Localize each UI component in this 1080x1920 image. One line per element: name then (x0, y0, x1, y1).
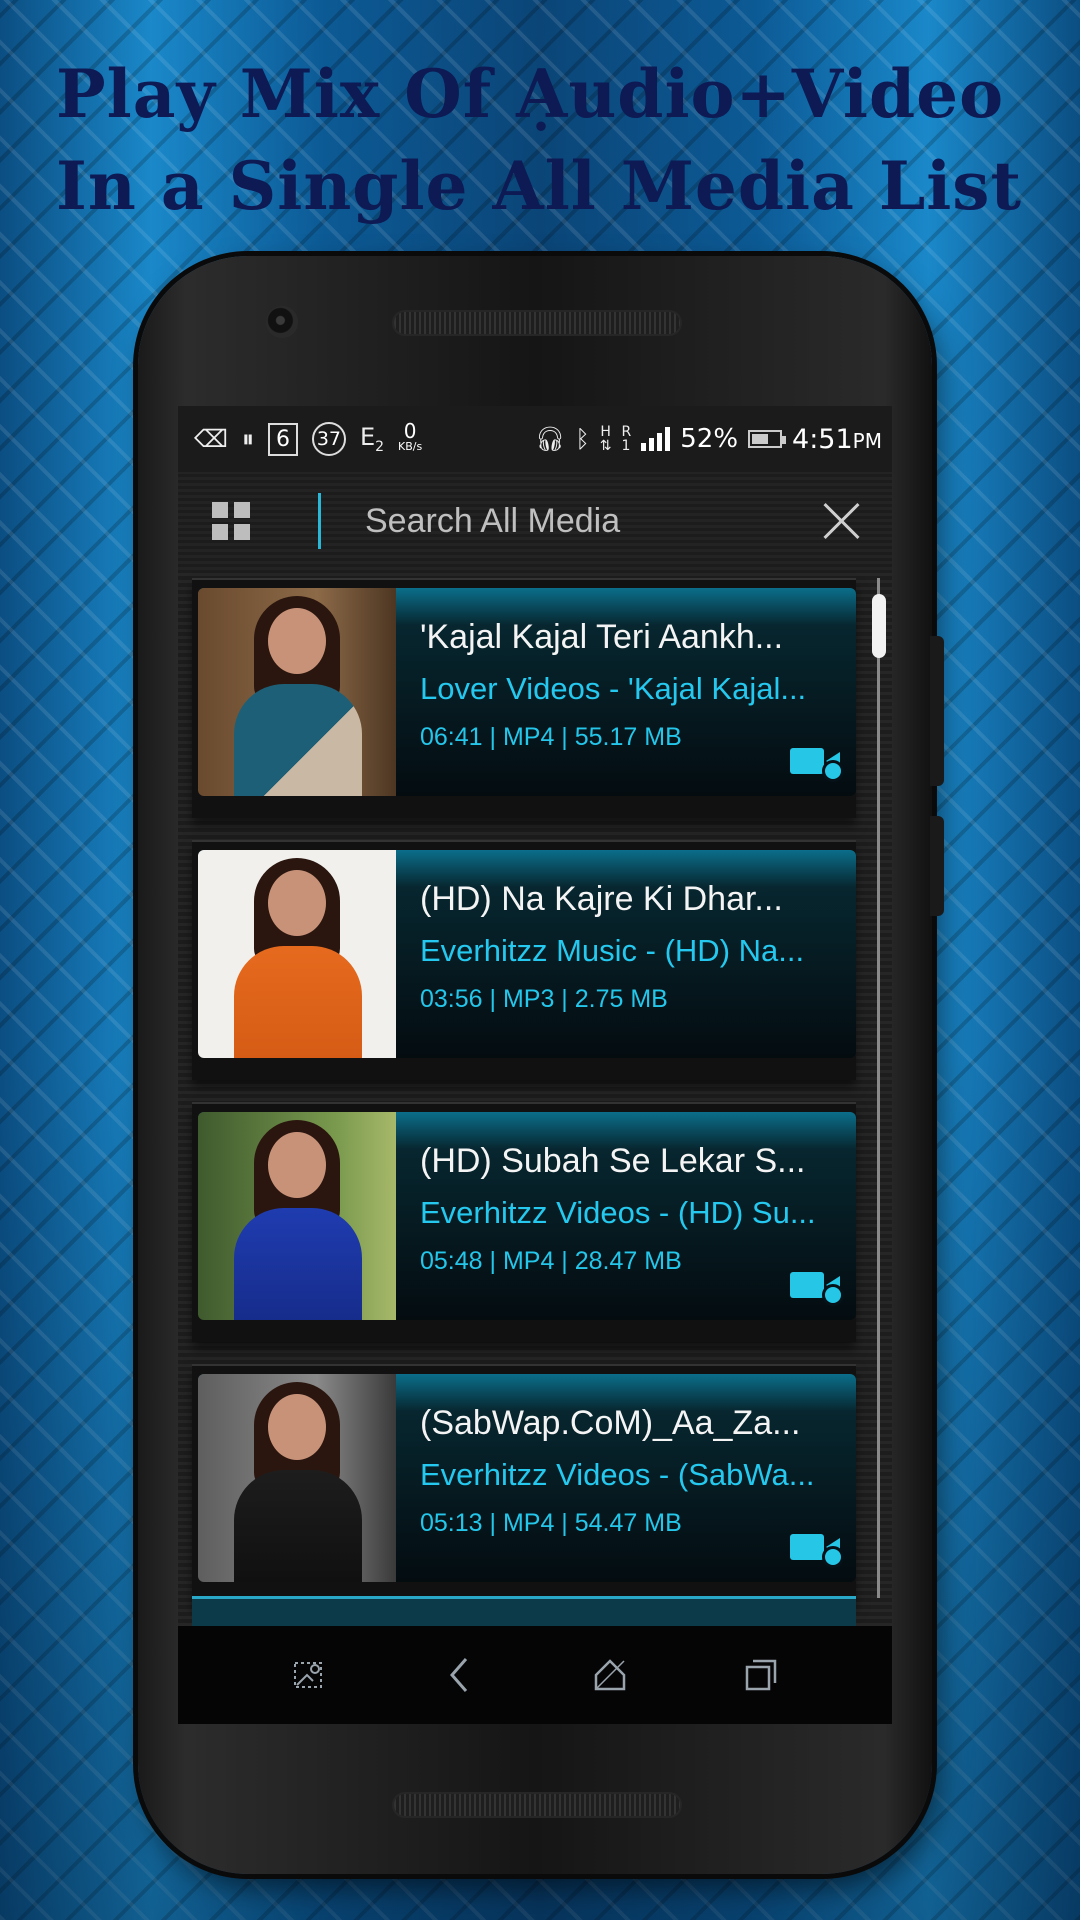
home-icon[interactable] (586, 1651, 634, 1699)
network-r-sub: 1 (621, 438, 631, 454)
headline-line-2: In a Single All Media List (56, 147, 1022, 225)
clock-suffix: PM (852, 428, 882, 453)
thumbnail (198, 1112, 396, 1320)
media-subtitle: Everhitzz Videos - (HD) Su... (420, 1195, 816, 1230)
thumbnail (198, 588, 396, 796)
list-item[interactable]: (HD) Na Kajre Ki Dhar... Everhitzz Music… (192, 840, 856, 1080)
media-subtitle: Everhitzz Videos - (SabWa... (420, 1457, 815, 1492)
media-card[interactable]: 'Kajal Kajal Teri Aankh... Lover Videos … (198, 588, 856, 796)
media-card[interactable]: (HD) Subah Se Lekar S... Everhitzz Video… (198, 1112, 856, 1320)
battery-icon (748, 430, 787, 448)
search-divider (318, 493, 321, 549)
headline-line-1: Play Mix Of Ạudio+Video (56, 55, 1005, 133)
list-item[interactable]: 'Kajal Kajal Teri Aankh... Lover Videos … (192, 578, 856, 818)
front-camera (266, 306, 298, 338)
media-list[interactable]: 'Kajal Kajal Teri Aankh... Lover Videos … (178, 570, 892, 1626)
video-camera-icon (790, 1526, 844, 1568)
headphones-icon: 🎧︎ (534, 425, 566, 453)
network-h-icon: H ⇅ (599, 424, 612, 454)
list-item[interactable]: (SabWap.CoM)_Aa_Za... Everhitzz Videos -… (192, 1364, 856, 1604)
e-indicator: E2 (360, 425, 384, 454)
media-title: (SabWap.CoM)_Aa_Za... (420, 1404, 801, 1442)
recents-icon[interactable] (737, 1651, 785, 1699)
e-label: E (359, 422, 376, 451)
notification-count-circle: 37 (311, 422, 346, 456)
media-meta: 05:13 | MP4 | 54.47 MB (420, 1509, 682, 1537)
search-input[interactable] (365, 501, 822, 541)
grid-icon[interactable] (212, 502, 250, 540)
media-card[interactable]: (SabWap.CoM)_Aa_Za... Everhitzz Videos -… (198, 1374, 856, 1582)
navigation-bar (178, 1626, 892, 1724)
screenshot-icon[interactable] (285, 1651, 333, 1699)
bottom-speaker (392, 1792, 682, 1818)
volume-button (930, 636, 944, 786)
list-item[interactable]: (HD) Subah Se Lekar S... Everhitzz Video… (192, 1102, 856, 1342)
media-subtitle: Lover Videos - 'Kajal Kajal... (420, 671, 807, 706)
scrollbar-thumb[interactable] (872, 594, 886, 658)
signal-icon (641, 427, 671, 451)
thumbnail (198, 1374, 396, 1582)
media-title: (HD) Na Kajre Ki Dhar... (420, 880, 783, 918)
network-speed-value: 0 (403, 419, 417, 443)
close-icon[interactable] (822, 501, 862, 541)
clear-notification-icon: ⌫ (194, 425, 228, 453)
clock: 4:51PM (792, 424, 882, 455)
network-r-icon: R1 (622, 425, 632, 453)
video-camera-icon (790, 740, 844, 782)
e-sub: 2 (375, 438, 385, 455)
video-camera-icon (790, 1264, 844, 1306)
media-subtitle: Everhitzz Music - (HD) Na... (420, 933, 805, 968)
media-title: 'Kajal Kajal Teri Aankh... (420, 618, 784, 656)
scrollbar-track[interactable] (877, 578, 880, 1598)
status-bar: ⌫ ⏸ 6 37 E2 0 KB/s 🎧︎ ᛒ H ⇅ R1 52% 4:51PM (178, 406, 892, 472)
media-meta: 03:56 | MP3 | 2.75 MB (420, 985, 668, 1013)
bluetooth-icon: ᛒ (575, 425, 590, 453)
battery-percent: 52% (680, 424, 739, 454)
phone-frame: ⌫ ⏸ 6 37 E2 0 KB/s 🎧︎ ᛒ H ⇅ R1 52% 4:51PM (138, 256, 944, 1874)
power-button (930, 816, 944, 916)
media-meta: 06:41 | MP4 | 55.17 MB (420, 723, 682, 751)
notification-count-box: 6 (267, 422, 298, 456)
thumbnail (198, 850, 396, 1058)
back-icon[interactable] (436, 1651, 484, 1699)
list-item-partial[interactable] (192, 1596, 856, 1626)
network-speed: 0 KB/s (398, 419, 423, 455)
phone-screen: ⌫ ⏸ 6 37 E2 0 KB/s 🎧︎ ᛒ H ⇅ R1 52% 4:51PM (178, 406, 892, 1724)
pause-icon: ⏸ (241, 425, 254, 453)
network-h: H (600, 424, 611, 440)
promo-headline: Play Mix Of Ạudio+Video In a Single All … (56, 48, 1036, 232)
media-title: (HD) Subah Se Lekar S... (420, 1142, 806, 1180)
network-speed-unit: KB/s (398, 440, 423, 453)
top-speaker (392, 310, 682, 336)
media-meta: 05:48 | MP4 | 28.47 MB (420, 1247, 682, 1275)
media-card[interactable]: (HD) Na Kajre Ki Dhar... Everhitzz Music… (198, 850, 856, 1058)
clock-time: 4:51 (792, 423, 853, 455)
search-bar (178, 472, 892, 570)
